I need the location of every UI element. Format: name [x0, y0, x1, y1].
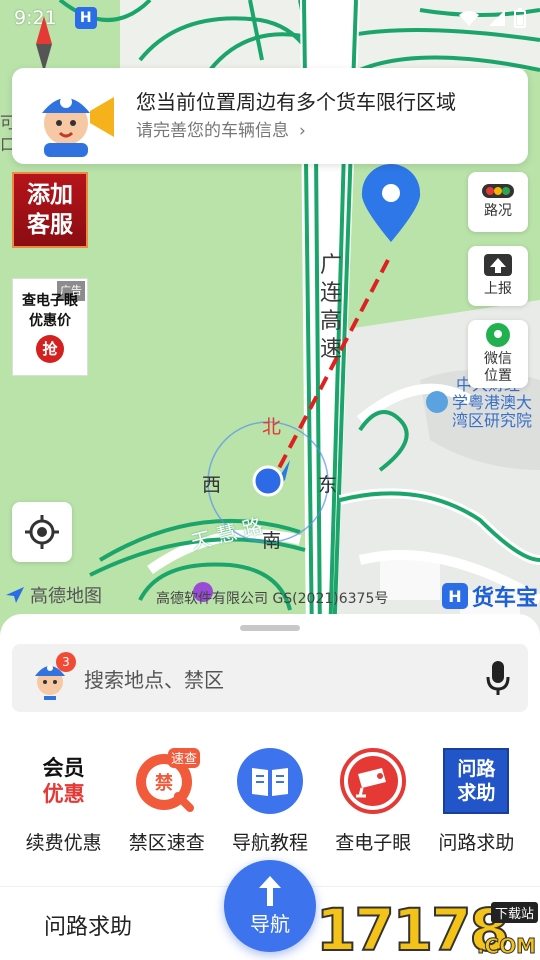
- open-book-icon: [237, 748, 303, 814]
- compass-west: 西: [202, 474, 222, 496]
- grid-item-renewal[interactable]: 会员 优惠 续费优惠: [12, 748, 115, 855]
- compass-east: 东: [318, 474, 338, 496]
- huochebao-icon: H: [441, 583, 468, 609]
- chevron-right-icon: ›: [299, 121, 306, 141]
- map-attribution: 高德地图 高德软件有限公司 GS(2021)6375号 H 货车宝: [0, 578, 540, 612]
- promo-kefu-line1: 添加: [27, 182, 73, 208]
- locate-me-button[interactable]: [12, 502, 72, 562]
- grid-item-speed-camera[interactable]: 查电子眼: [322, 748, 425, 855]
- turn-arrow-icon: [259, 875, 281, 906]
- wechat-label-2: 位置: [484, 368, 512, 384]
- search-bar[interactable]: 3 搜索地点、禁区: [12, 644, 528, 712]
- quick-check-tag: 速查: [171, 752, 197, 767]
- notice-subtitle-text: 请完善您的车辆信息: [136, 121, 289, 141]
- add-customer-service-ad[interactable]: 添加 客服: [12, 172, 88, 248]
- grid-label-tutorial: 导航教程: [232, 832, 309, 854]
- grid-label-ask-route: 问路求助: [438, 832, 515, 854]
- sheet-drag-handle[interactable]: [240, 625, 300, 631]
- upload-report-icon: [484, 254, 512, 276]
- copyright-text: 高德软件有限公司 GS(2021)6375号: [156, 591, 389, 607]
- amap-logo: 高德地图: [4, 582, 102, 608]
- microphone-icon[interactable]: [486, 661, 510, 695]
- message-badge: 3: [56, 652, 76, 672]
- expressway-char-3: 高: [320, 309, 343, 334]
- truck-restriction-notice[interactable]: 您当前位置周边有多个货车限行区域 请完善您的车辆信息 ›: [12, 68, 528, 164]
- report-button[interactable]: 上报: [468, 246, 528, 306]
- promo-eye-line2: 优惠价: [29, 313, 71, 329]
- ask-route-line2: 求助: [457, 782, 496, 804]
- traffic-camera-icon: [340, 748, 407, 814]
- grid-item-restricted-zone[interactable]: 禁 速查 禁区速查: [115, 748, 218, 855]
- navigate-button[interactable]: 导航: [224, 860, 316, 952]
- huochebao-logo: H 货车宝: [441, 580, 538, 612]
- grid-item-ask-route[interactable]: 问路 求助 问路求助: [425, 748, 528, 855]
- traffic-button[interactable]: 路况: [468, 172, 528, 232]
- crosshair-icon: [25, 515, 59, 549]
- search-ban-icon: 禁 速查: [134, 748, 200, 814]
- amap-arrow-icon: [6, 587, 24, 603]
- institute-line2: 学粤港澳大: [452, 393, 533, 412]
- battery-icon: [514, 8, 526, 28]
- ask-route-line1: 问路: [457, 758, 496, 780]
- wechat-location-button[interactable]: 微信 位置: [468, 320, 528, 388]
- search-input[interactable]: 搜索地点、禁区: [84, 664, 224, 693]
- wifi-icon: [459, 11, 479, 26]
- amap-text: 高德地图: [30, 586, 102, 607]
- vip-discount-icon: 会员 优惠: [31, 748, 97, 814]
- expressway-char-2: 连: [320, 281, 343, 306]
- speed-camera-discount-ad[interactable]: 广告 查电子眼 优惠价 抢: [12, 278, 88, 376]
- grid-label-restricted-zone: 禁区速查: [128, 832, 205, 854]
- mascot-avatar-icon[interactable]: 3: [30, 652, 76, 700]
- promo-kefu-line2: 客服: [27, 212, 73, 238]
- expressway-label: 广 连 高 速: [320, 252, 342, 364]
- expressway-char-4: 速: [320, 337, 343, 362]
- location-pin-icon: [486, 323, 510, 347]
- feature-grid: 会员 优惠 续费优惠 禁 速查 禁区速查 导航教程 查电子眼 问路 求助 问路求…: [0, 748, 540, 855]
- institute-line3: 湾区研究院: [452, 411, 533, 430]
- notice-subtitle[interactable]: 请完善您的车辆信息 ›: [136, 117, 456, 145]
- watermark-logo: 17178 下载站 .COM: [315, 895, 540, 960]
- north-compass-icon[interactable]: [34, 16, 54, 72]
- status-bar: 9:21 H: [0, 0, 540, 36]
- notice-title: 您当前位置周边有多个货车限行区域: [136, 90, 456, 114]
- vip-line2: 优惠: [42, 782, 85, 806]
- report-label: 上报: [484, 281, 512, 297]
- ad-tag: 广告: [57, 281, 85, 301]
- ban-glyph: 禁: [155, 772, 173, 794]
- vip-line1: 会员: [42, 756, 85, 780]
- app-notification-icon: H: [74, 7, 97, 29]
- mascot-megaphone-icon: [26, 75, 118, 157]
- wechat-label-1: 微信: [484, 351, 512, 367]
- watermark-suffix: .COM: [476, 934, 536, 959]
- signal-icon: [489, 10, 505, 26]
- watermark-tag: 下载站: [490, 902, 538, 923]
- brand-text: 货车宝: [471, 586, 538, 611]
- ask-route-icon: 问路 求助: [443, 748, 510, 814]
- grid-item-tutorial[interactable]: 导航教程: [218, 748, 321, 855]
- navigate-label: 导航: [250, 911, 290, 936]
- grid-label-speed-camera: 查电子眼: [335, 832, 412, 854]
- traffic-label: 路况: [484, 203, 512, 219]
- compass-north: 北: [262, 416, 282, 438]
- traffic-light-icon: [482, 184, 514, 198]
- compass-south: 南: [262, 530, 282, 552]
- expressway-char-1: 广: [320, 253, 343, 278]
- status-icons: [458, 8, 526, 28]
- grid-label-renewal: 续费优惠: [25, 832, 102, 854]
- map-view[interactable]: 可 口 9:21 H 您当前位置周边有多个货车限行区域 请完善您的车辆信息 › …: [0, 0, 540, 640]
- grab-button[interactable]: 抢: [36, 335, 64, 363]
- ask-route-tab[interactable]: 问路求助: [44, 909, 132, 941]
